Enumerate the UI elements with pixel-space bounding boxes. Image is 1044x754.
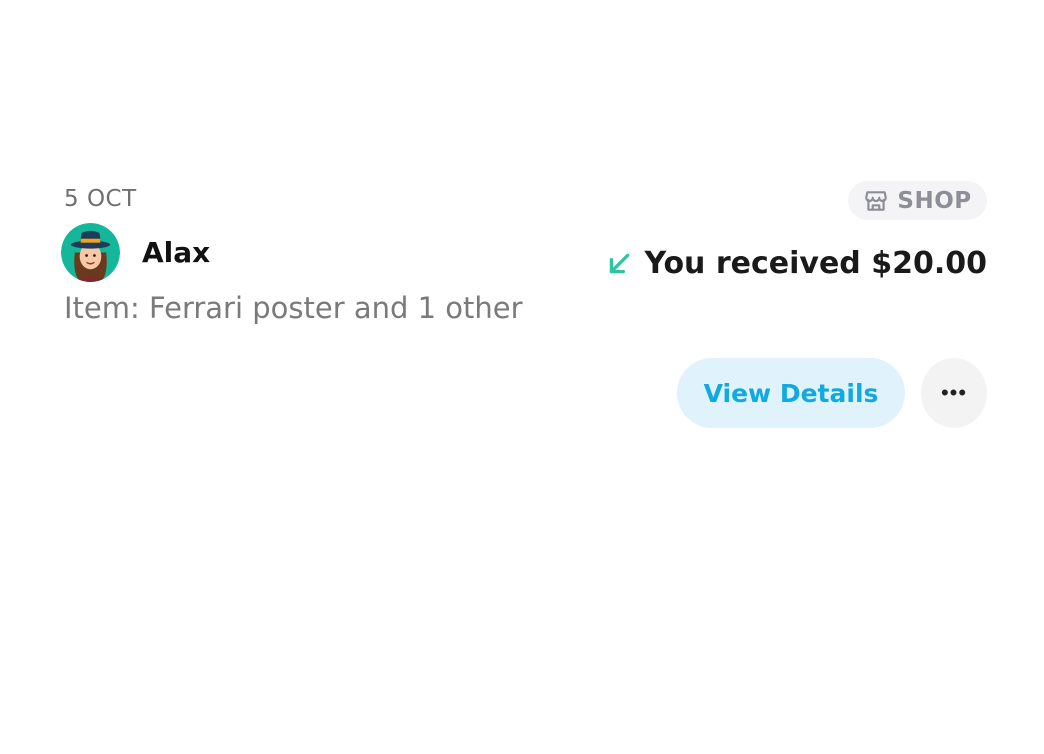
amount-received: You received $20.00 — [606, 246, 987, 281]
transaction-date: 5 OCT — [64, 186, 137, 212]
received-amount-text: You received $20.00 — [644, 246, 987, 281]
more-options-button[interactable]: ••• — [921, 358, 987, 428]
user-name: Alax — [142, 236, 211, 269]
storefront-icon — [865, 190, 888, 211]
ellipsis-icon: ••• — [940, 380, 968, 405]
arrow-down-left-icon — [610, 253, 630, 273]
avatar[interactable] — [61, 223, 120, 282]
view-details-button[interactable]: View Details — [677, 358, 905, 428]
category-badge: SHOP — [848, 181, 987, 220]
category-label: SHOP — [897, 187, 972, 214]
item-description: Item: Ferrari poster and 1 other — [64, 291, 523, 325]
